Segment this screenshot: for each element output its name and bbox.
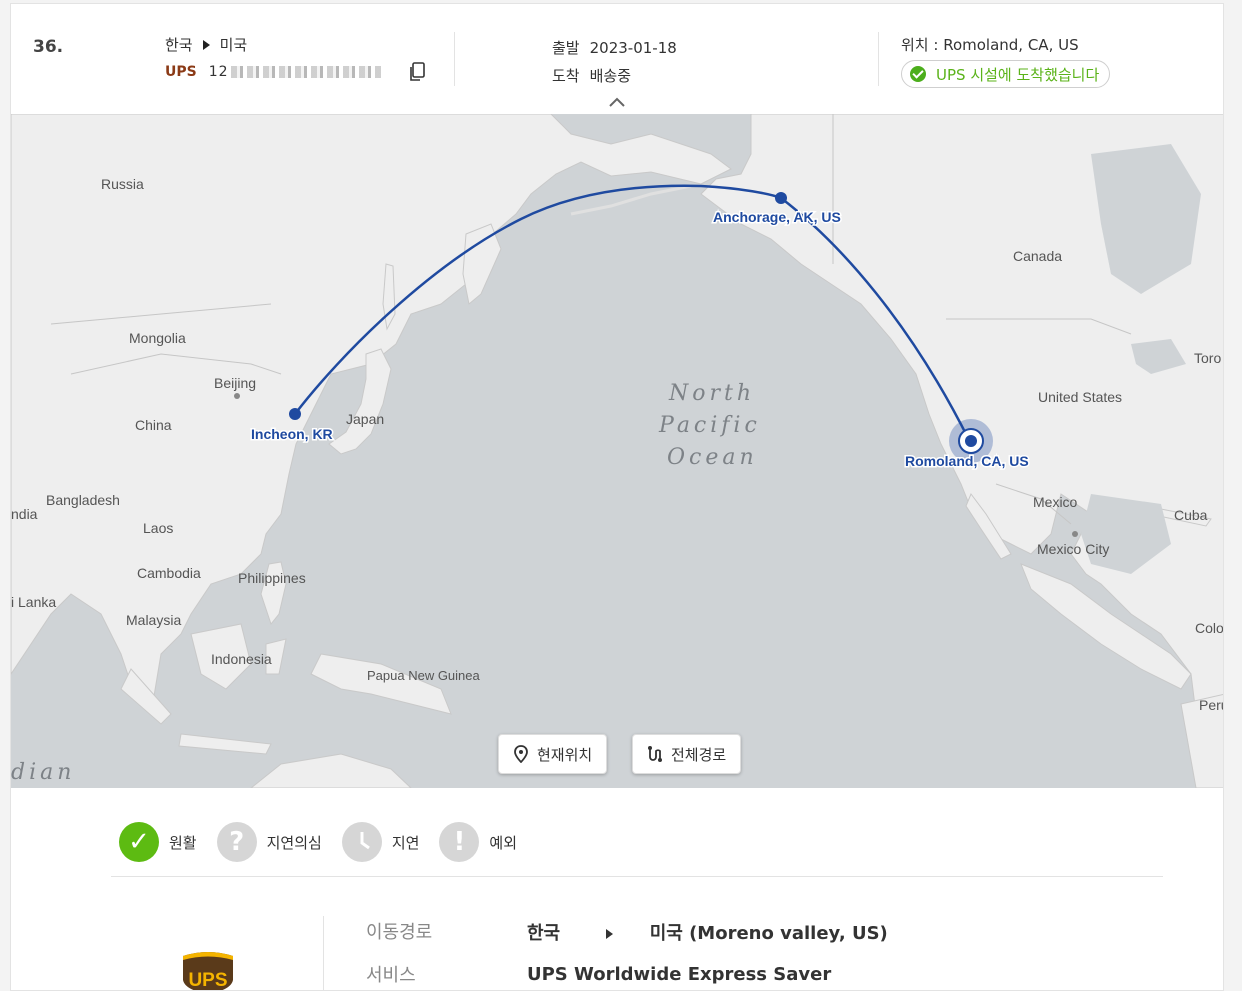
stop-label-romoland: Romoland, CA, US (905, 453, 1029, 469)
depart-label: 출발 (552, 39, 580, 57)
tracking-map[interactable]: Russia Mongolia Beijing China Japan Bang… (11, 114, 1224, 788)
legend-item-smooth: ✓ 원활 (119, 822, 197, 862)
landmass-java (178, 733, 272, 755)
map-label-sri-lanka: i Lanka (11, 594, 56, 610)
route-summary: 한국 미국 (165, 34, 247, 55)
shipment-dates: 출발 2023-01-18 도착 배송중 (552, 34, 677, 90)
tracking-number-redacted (230, 66, 381, 78)
destination-country: 미국 (219, 36, 248, 54)
map-label-bangladesh: Bangladesh (46, 492, 120, 508)
landmass-kamchatka (462, 223, 502, 305)
legend-label: 원활 (169, 833, 197, 852)
status-text: UPS 시설에 도착했습니다 (936, 65, 1100, 84)
location-pin-icon (514, 745, 528, 763)
stop-label-anchorage: Anchorage, AK, US (713, 209, 841, 225)
mexico-city-dot (1072, 531, 1078, 537)
map-label-india: ndia (11, 506, 38, 522)
route-from: 한국 (527, 923, 561, 944)
shipment-card: 36. 한국 미국 UPS 12 출발 2023-01-18 도착 배송중 위치 :… (10, 3, 1224, 991)
exclamation-icon: ! (439, 822, 480, 862)
legend-label: 지연 (391, 833, 420, 852)
origin-country: 한국 (165, 36, 193, 54)
current-location-button[interactable]: 현재위치 (498, 734, 608, 774)
map-label-indonesia: Indonesia (211, 651, 272, 667)
legend-item-delay: 지연 (341, 822, 420, 862)
depart-date: 2023-01-18 (589, 39, 677, 57)
beijing-dot (234, 393, 240, 399)
check-icon: ✓ (119, 822, 159, 862)
map-label-china: China (135, 417, 172, 433)
map-label-cambodia: Cambodia (137, 565, 201, 581)
stop-incheon-marker (289, 408, 301, 420)
header-divider (878, 32, 879, 86)
route-icon (648, 746, 662, 762)
stop-anchorage-marker (775, 192, 787, 204)
clock-icon (341, 822, 382, 862)
ocean-label-line1: North (668, 381, 755, 406)
route-to: 미국 (Moreno valley, US) (649, 923, 888, 944)
stop-label-incheon: Incheon, KR (251, 426, 333, 442)
landmass-australia (250, 753, 412, 788)
status-legend: ✓ 원활 ? 지연의심 지연 ! 예외 (119, 822, 537, 862)
map-label-mexico-city: Mexico City (1037, 541, 1109, 557)
map-label-mexico: Mexico (1033, 494, 1078, 510)
service-label: 서비스 (366, 965, 416, 986)
map-label-canada: Canada (1013, 248, 1062, 264)
map-label-colombia: Colo (1195, 620, 1224, 636)
ocean-label-indian: dian (11, 760, 75, 785)
map-label-toronto: Toro (1194, 350, 1221, 366)
legend-label: 예외 (489, 833, 518, 852)
route-value: 한국 미국 (Moreno valley, US) (527, 919, 888, 945)
header-divider (454, 32, 455, 86)
map-label-peru: Peru (1199, 697, 1224, 713)
legend-divider (111, 876, 1163, 877)
ocean-label-line2: Pacific (658, 413, 761, 438)
carrier-row: UPS 12 (165, 64, 381, 80)
map-label-usa: United States (1038, 389, 1122, 405)
service-value: UPS Worldwide Express Saver (527, 964, 832, 985)
map-label-russia: Russia (101, 176, 144, 192)
map-label-beijing: Beijing (214, 375, 256, 391)
details-divider (323, 916, 324, 990)
current-location: 위치 : Romoland, CA, US (901, 36, 1079, 54)
map-label-laos: Laos (143, 520, 173, 536)
arrive-status: 배송중 (589, 67, 632, 85)
ocean-label-line3: Ocean (667, 445, 758, 470)
chevron-up-icon[interactable] (608, 96, 626, 108)
check-circle-icon (910, 66, 926, 82)
shipment-header[interactable]: 36. 한국 미국 UPS 12 출발 2023-01-18 도착 배송중 위치 :… (11, 4, 1223, 115)
shipment-index: 36. (33, 37, 64, 57)
map-label-japan: Japan (346, 411, 384, 427)
current-location-marker (965, 435, 977, 447)
map-label-png: Papua New Guinea (367, 668, 481, 683)
map-label-malaysia: Malaysia (126, 612, 181, 628)
arrow-right-icon (202, 39, 210, 50)
arrow-right-icon (606, 929, 614, 939)
legend-item-exception: ! 예외 (439, 822, 517, 862)
svg-text:UPS: UPS (188, 970, 227, 991)
map-label-mongolia: Mongolia (129, 330, 186, 346)
legend-item-suspected-delay: ? 지연의심 (216, 822, 322, 862)
arrive-label: 도착 (552, 67, 580, 85)
map-label-philippines: Philippines (238, 570, 306, 586)
status-badge: UPS 시설에 도착했습니다 (901, 60, 1111, 88)
copy-icon[interactable] (408, 62, 426, 82)
full-route-button[interactable]: 전체경로 (632, 734, 742, 774)
carrier-name: UPS (165, 64, 197, 80)
tracking-number: 12 (208, 64, 229, 80)
question-icon: ? (216, 822, 257, 862)
landmass-new-guinea (310, 653, 452, 715)
map-label-cuba: Cuba (1174, 507, 1208, 523)
map-canvas: Russia Mongolia Beijing China Japan Bang… (11, 114, 1224, 788)
ups-logo: UPS (183, 952, 233, 991)
full-route-button-label: 전체경로 (671, 745, 727, 764)
landmass-aleutians (570, 184, 692, 216)
current-location-button-label: 현재위치 (537, 745, 593, 764)
route-label: 이동경로 (366, 922, 433, 943)
legend-label: 지연의심 (266, 833, 322, 852)
